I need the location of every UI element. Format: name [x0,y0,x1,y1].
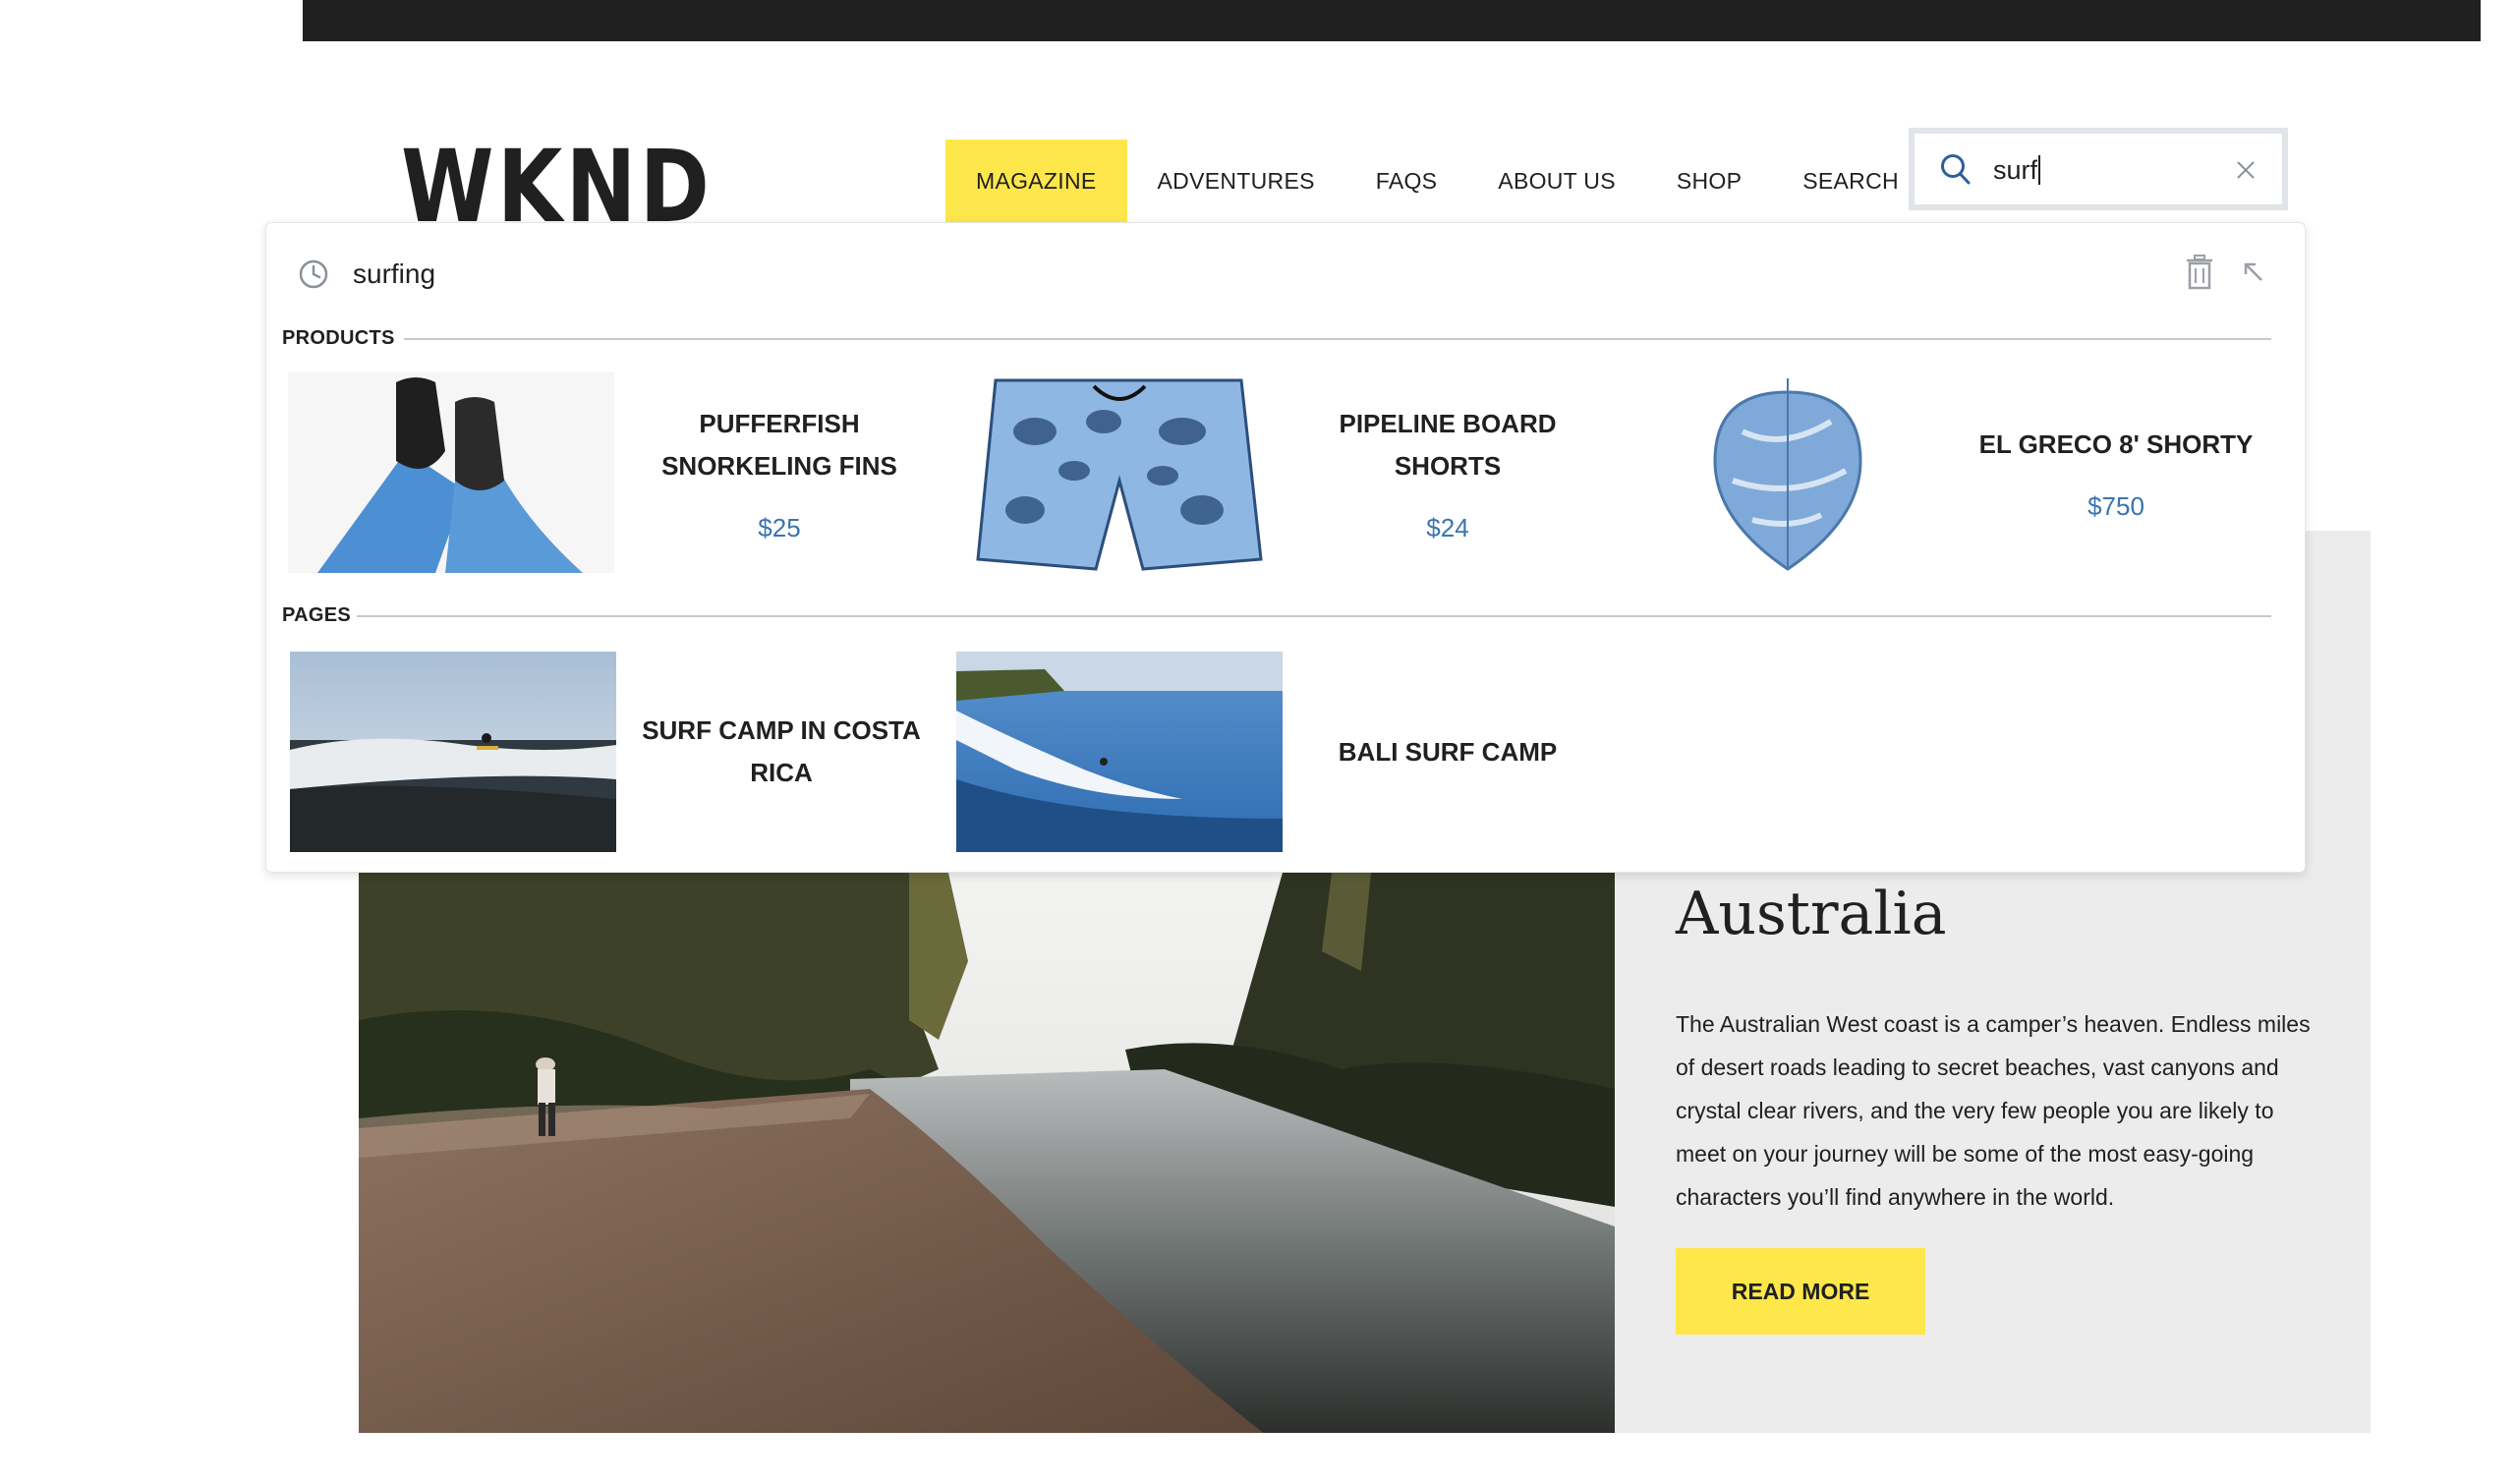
top-bar [303,0,2481,41]
section-divider [404,338,2271,340]
product-info: PUFFERFISH SNORKELING FINS $25 [614,372,944,573]
page-image-bali-surf [956,652,1283,852]
hero-image-canyon-river [359,873,1615,1433]
product-price: $24 [1426,512,1469,542]
nav-item-about-us[interactable]: ABOUT US [1467,140,1646,222]
page-result-item[interactable]: SURF CAMP IN COSTA RICA [290,652,958,852]
product-image-fins [288,372,614,573]
page-name[interactable]: SURF CAMP IN COSTA RICA [616,710,946,794]
hero-description: The Australian West coast is a camper’s … [1676,1011,2311,1210]
product-result-item[interactable]: PIPELINE BOARD SHORTS $24 [956,372,1625,579]
product-result-item[interactable]: EL GRECO 8' SHORTY $750 [1625,372,2293,579]
search-input[interactable]: surf [1993,155,2041,186]
product-name[interactable]: PIPELINE BOARD SHORTS [1283,403,1613,487]
recent-search-item[interactable]: surfing [266,245,2305,300]
search-icon[interactable] [1940,153,1972,187]
product-price: $25 [758,512,801,542]
close-icon[interactable] [2235,159,2257,181]
search-autocomplete-panel: surfing PRODUCTS PUFFERFISH SNORKELING F… [265,222,2306,873]
page-name[interactable]: BALI SURF CAMP [1339,731,1557,773]
product-image-board-shorts [956,372,1283,573]
clock-icon [298,258,329,290]
nav-item-search[interactable]: SEARCH [1772,140,1929,222]
product-image-surfboard [1625,372,1951,573]
pages-section-label: PAGES [282,604,352,626]
page-info: BALI SURF CAMP [1283,652,1613,852]
nav-item-magazine[interactable]: MAGAZINE [945,140,1127,222]
page-info: SURF CAMP IN COSTA RICA [616,652,946,852]
nav-item-shop[interactable]: SHOP [1646,140,1772,222]
read-more-button[interactable]: READ MORE [1676,1248,1925,1335]
product-result-item[interactable]: PUFFERFISH SNORKELING FINS $25 [288,372,956,579]
recent-search-text[interactable]: surfing [353,258,435,290]
search-field[interactable]: surf [1909,128,2288,210]
products-section-label: PRODUCTS [282,327,395,349]
product-price: $750 [2087,491,2144,521]
main-nav: MAGAZINE ADVENTURES FAQS ABOUT US SHOP S… [945,140,1929,222]
nav-item-faqs[interactable]: FAQS [1345,140,1468,222]
hero-title: Australia [1676,880,1947,948]
arrow-up-left-icon[interactable] [2242,260,2265,284]
section-divider [357,615,2271,617]
product-info: EL GRECO 8' SHORTY $750 [1951,372,2281,573]
trash-icon[interactable] [2185,255,2214,290]
product-info: PIPELINE BOARD SHORTS $24 [1283,372,1613,573]
page-result-item[interactable]: BALI SURF CAMP [956,652,1625,852]
product-name[interactable]: EL GRECO 8' SHORTY [1979,424,2254,466]
product-name[interactable]: PUFFERFISH SNORKELING FINS [614,403,944,487]
page-image-surf-costa-rica [290,652,616,852]
nav-item-adventures[interactable]: ADVENTURES [1127,140,1345,222]
